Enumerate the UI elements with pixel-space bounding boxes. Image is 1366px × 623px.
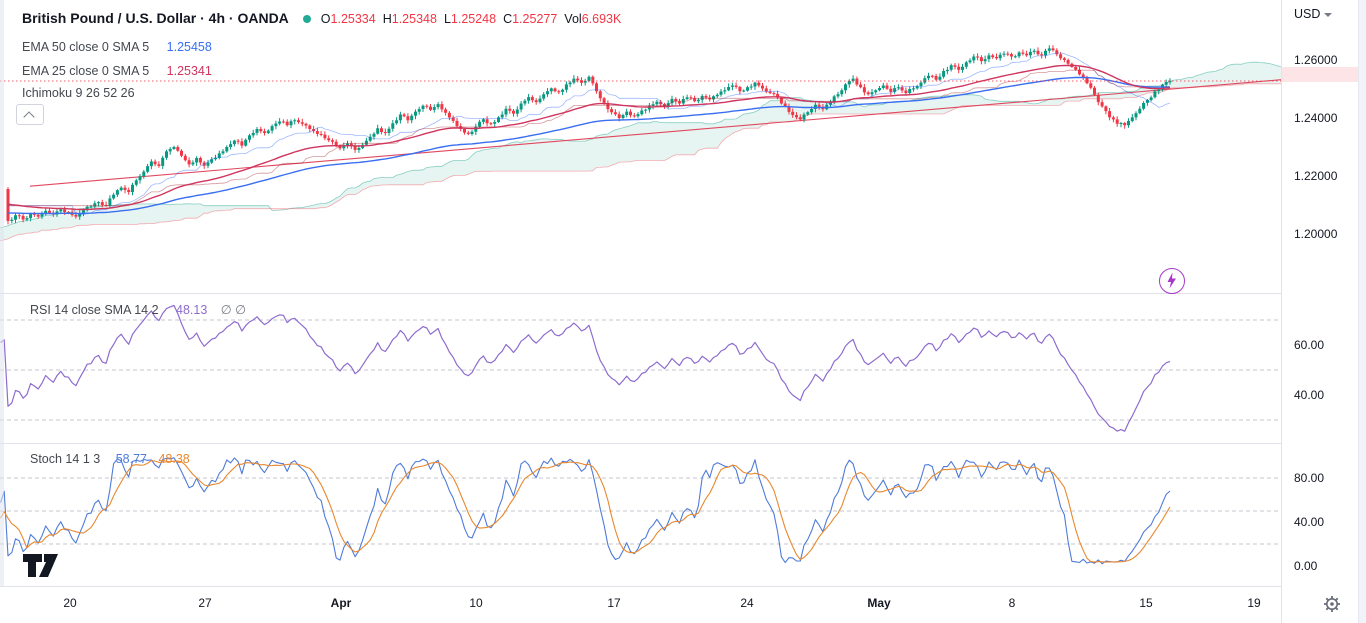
high-label: H xyxy=(383,12,392,26)
rsi-tick-label: 40.00 xyxy=(1294,388,1324,402)
tradingview-logo[interactable] xyxy=(22,551,60,581)
symbol-title[interactable]: British Pound / U.S. Dollar · 4h · OANDA xyxy=(22,10,289,26)
ema50-legend[interactable]: EMA 50 close 0 SMA 5 1.25458 xyxy=(22,40,212,54)
ema50-label: EMA 50 close 0 SMA 5 xyxy=(22,40,149,54)
time-label: 17 xyxy=(607,596,620,610)
time-label: 8 xyxy=(1009,596,1016,610)
instant-order-button[interactable] xyxy=(1159,268,1185,294)
time-label: 24 xyxy=(740,596,753,610)
stoch-tick-label: 80.00 xyxy=(1294,471,1324,485)
time-label: May xyxy=(867,596,890,610)
time-label: 15 xyxy=(1139,596,1152,610)
ohlc-readout: O1.25334 H1.25348 L1.25248 C1.25277 Vol6.693… xyxy=(321,12,629,26)
ema25-value: 1.25341 xyxy=(167,64,212,78)
low-label: L xyxy=(444,12,451,26)
ema50-value: 1.25458 xyxy=(167,40,212,54)
pane-left-edge xyxy=(0,0,4,586)
price-axis[interactable]: USD 1.26000 1.24000 1.22000 1.20000 60.00 40.… xyxy=(1281,0,1359,623)
settings-gear-button[interactable] xyxy=(1322,594,1342,614)
rsi-empty-values: ∅ ∅ xyxy=(221,303,246,317)
gear-icon xyxy=(1322,594,1342,614)
market-status-dot xyxy=(303,15,311,23)
price-tick-label: 1.26000 xyxy=(1294,53,1337,67)
currency-label: USD xyxy=(1294,7,1320,21)
rsi-label: RSI 14 close SMA 14 2 xyxy=(30,303,159,317)
symbol-title-row: British Pound / U.S. Dollar · 4h · OANDA… xyxy=(22,10,628,26)
lightning-bolt-icon xyxy=(1160,269,1183,292)
price-tick-label: 1.24000 xyxy=(1294,111,1337,125)
chevron-down-icon xyxy=(1324,13,1332,17)
trading-chart-app: British Pound / U.S. Dollar · 4h · OANDA… xyxy=(0,0,1366,623)
open-label: O xyxy=(321,12,331,26)
ema25-label: EMA 25 close 0 SMA 5 xyxy=(22,64,149,78)
rsi-legend[interactable]: RSI 14 close SMA 14 2 48.13 ∅ ∅ xyxy=(30,302,246,317)
volume-value: 6.693K xyxy=(582,12,622,26)
current-price-axis-highlight xyxy=(1282,67,1358,82)
time-label: 20 xyxy=(63,596,76,610)
time-label: 27 xyxy=(198,596,211,610)
stoch-k-value: 58.77 xyxy=(116,452,147,466)
low-value: 1.25248 xyxy=(451,12,496,26)
tradingview-logo-icon xyxy=(22,551,60,581)
volume-label: Vol xyxy=(564,12,581,26)
stoch-d-value: 48.38 xyxy=(158,452,189,466)
collapse-indicators-button[interactable] xyxy=(16,104,44,125)
rsi-tick-label: 60.00 xyxy=(1294,338,1324,352)
time-label: Apr xyxy=(331,596,352,610)
ichimoku-legend[interactable]: Ichimoku 9 26 52 26 xyxy=(22,86,135,100)
right-scroll-strip[interactable] xyxy=(1358,0,1366,623)
stoch-legend[interactable]: Stoch 14 1 3 58.77 48.38 xyxy=(30,452,190,466)
ema25-legend[interactable]: EMA 25 close 0 SMA 5 1.25341 xyxy=(22,64,212,78)
stoch-pane[interactable] xyxy=(0,443,1281,586)
ichimoku-label: Ichimoku 9 26 52 26 xyxy=(22,86,135,100)
price-tick-label: 1.22000 xyxy=(1294,169,1337,183)
time-label: 10 xyxy=(469,596,482,610)
close-label: C xyxy=(503,12,512,26)
time-label: 19 xyxy=(1247,596,1260,610)
close-value: 1.25277 xyxy=(512,12,557,26)
price-tick-label: 1.20000 xyxy=(1294,227,1337,241)
stoch-chart-canvas[interactable] xyxy=(0,443,1281,586)
stoch-tick-label: 40.00 xyxy=(1294,515,1324,529)
time-axis[interactable]: 20 27 Apr 10 17 24 May 8 15 19 xyxy=(0,586,1281,623)
rsi-value: 48.13 xyxy=(176,303,207,317)
open-value: 1.25334 xyxy=(331,12,376,26)
high-value: 1.25348 xyxy=(392,12,437,26)
currency-dropdown[interactable]: USD xyxy=(1294,7,1332,21)
chevron-up-icon xyxy=(23,111,34,122)
stoch-tick-label: 0.00 xyxy=(1294,559,1317,573)
stoch-label: Stoch 14 1 3 xyxy=(30,452,100,466)
